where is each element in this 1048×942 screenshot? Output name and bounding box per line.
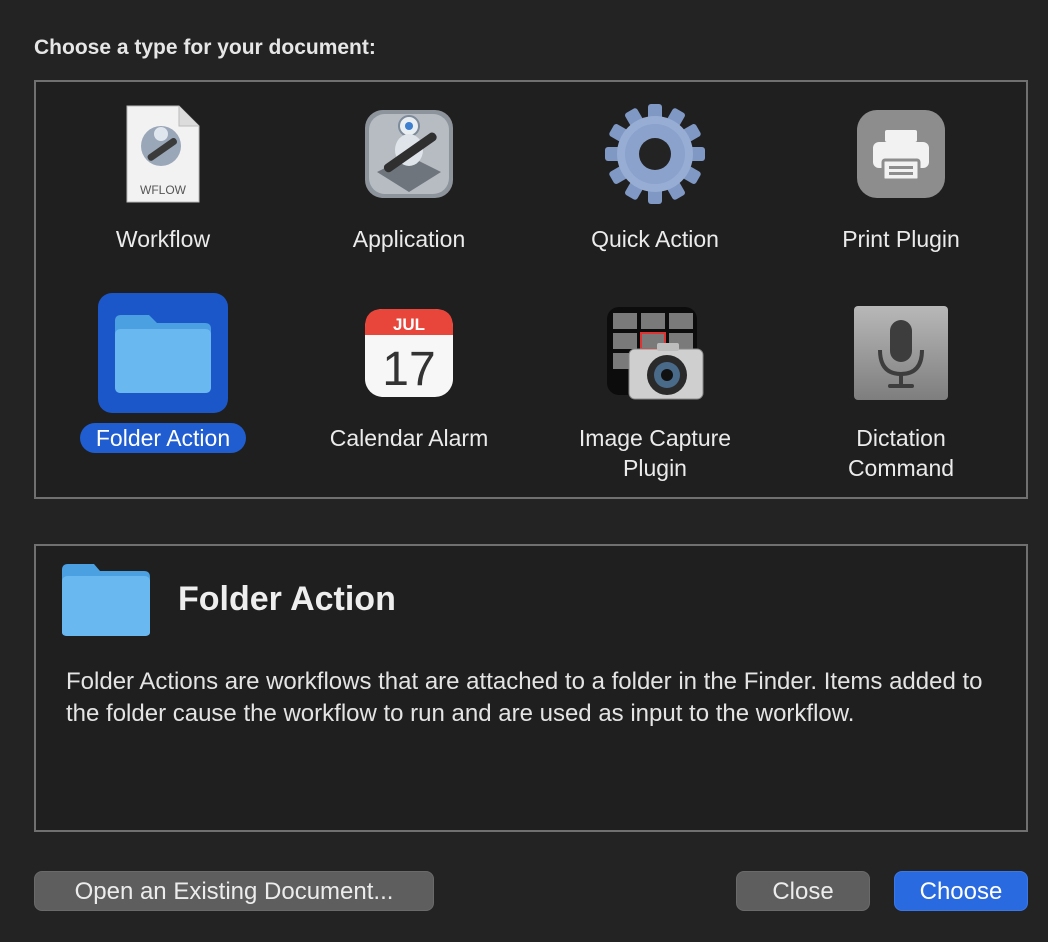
gear-icon: [590, 94, 720, 214]
printer-icon: [836, 94, 966, 214]
svg-text:WFLOW: WFLOW: [140, 183, 187, 197]
type-label: Folder Action: [79, 423, 247, 453]
document-type-prompt: Choose a type for your document:: [34, 36, 376, 59]
type-image-capture-plugin[interactable]: Image Capture Plugin: [532, 293, 778, 483]
type-label: Calendar Alarm: [329, 425, 489, 451]
type-quick-action[interactable]: Quick Action: [532, 94, 778, 254]
type-detail-description: Folder Actions are workflows that are at…: [66, 668, 983, 727]
type-print-plugin[interactable]: Print Plugin: [778, 94, 1024, 254]
type-folder-action[interactable]: Folder Action: [40, 293, 286, 453]
type-description-panel: Folder Action Folder Actions are workflo…: [34, 544, 1028, 832]
type-label: Image Capture Plugin: [578, 425, 732, 481]
svg-text:17: 17: [382, 343, 435, 396]
type-label: Print Plugin: [842, 226, 960, 252]
document-type-grid: WFLOW Workflow Application Quick Action …: [34, 80, 1028, 499]
svg-text:JUL: JUL: [393, 315, 425, 334]
type-label: Workflow: [115, 226, 211, 252]
type-calendar-alarm[interactable]: JUL 17 Calendar Alarm: [286, 293, 532, 453]
type-label: Dictation Command: [847, 425, 955, 481]
open-existing-document-button[interactable]: Open an Existing Document...: [34, 871, 434, 911]
folder-icon: [98, 293, 228, 413]
microphone-icon: [836, 293, 966, 413]
wflow-document-icon: WFLOW: [98, 94, 228, 214]
close-button[interactable]: Close: [736, 871, 870, 911]
camera-icon: [590, 293, 720, 413]
type-dictation-command[interactable]: Dictation Command: [778, 293, 1024, 483]
folder-icon: [60, 562, 152, 643]
type-workflow[interactable]: WFLOW Workflow: [40, 94, 286, 254]
calendar-icon: JUL 17: [344, 293, 474, 413]
type-label: Quick Action: [591, 226, 719, 252]
choose-button[interactable]: Choose: [894, 871, 1028, 911]
type-application[interactable]: Application: [286, 94, 532, 254]
type-label: Application: [352, 226, 466, 252]
type-detail-title: Folder Action: [178, 580, 396, 618]
automator-robot-icon: [344, 94, 474, 214]
